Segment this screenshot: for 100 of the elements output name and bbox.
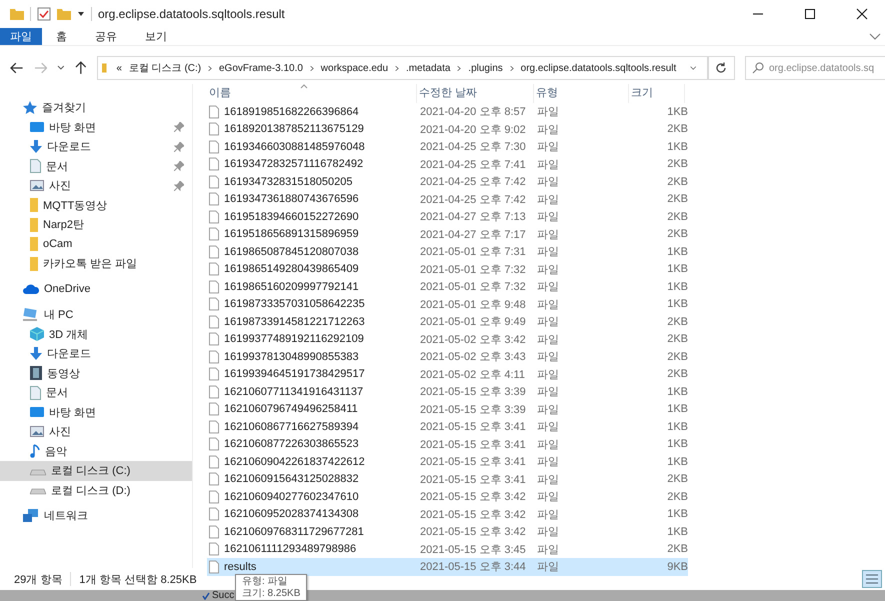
chevron-icon[interactable] <box>208 64 212 72</box>
pin-icon[interactable] <box>174 180 184 191</box>
close-icon[interactable] <box>856 8 868 20</box>
address-bar[interactable]: « 로컬 디스크 (C:) eGovFrame-3.10.0 workspace.edu .metadata .plugins org.eclipse.datatools.sqltools.result <box>96 56 708 80</box>
sidebar-item[interactable]: OneDrive <box>0 280 192 299</box>
file-row[interactable]: 1621060952028374134308 2021-05-15 오후 3:42 파일 1KB <box>207 506 688 523</box>
file-row[interactable]: 1621060915643125028832 2021-05-15 오후 3:41 파일 2KB <box>207 470 688 488</box>
file-row[interactable]: 16193466030881485976048 2021-04-25 오후 7:30 파일 1KB <box>207 138 688 156</box>
file-row[interactable]: 1619865160209997792141 2021-05-01 오후 7:32 파일 1KB <box>207 278 688 296</box>
sidebar-item[interactable]: 즐겨찾기 <box>0 98 192 118</box>
file-row[interactable]: 1619865149280439865409 2021-05-01 오후 7:32 파일 1KB <box>207 260 688 278</box>
file-row[interactable]: 16198733914581221712263 2021-05-01 오후 9:49 파일 2KB <box>207 313 688 330</box>
file-row[interactable]: 1621060867716627589394 2021-05-15 오후 3:41 파일 1KB <box>207 418 688 436</box>
file-row[interactable]: 16210609042261837422612 2021-05-15 오후 3:41 파일 1KB <box>207 453 688 470</box>
sidebar-item[interactable]: 다운로드 <box>0 344 192 364</box>
file-row[interactable]: 16198733357031058642235 2021-05-01 오후 9:48 파일 1KB <box>207 296 688 313</box>
chevron-icon[interactable] <box>395 64 399 72</box>
sidebar-item[interactable]: 네트워크 <box>0 506 192 526</box>
sidebar-item[interactable]: 사진 <box>0 422 192 442</box>
sidebar-item[interactable]: 바탕 화면 <box>0 118 192 137</box>
sidebar-item[interactable]: MQTT동영상 <box>0 196 192 215</box>
ribbon-tab[interactable]: 파일 <box>0 28 42 45</box>
file-row[interactable]: 16193472832571116782492 2021-04-25 오후 7:41 파일 2KB <box>207 156 688 173</box>
breadcrumb[interactable]: org.eclipse.datatools.sqltools.result <box>520 62 676 74</box>
sidebar-item[interactable]: 동영상 <box>0 364 192 383</box>
file-row[interactable]: 1621060796749496258411 2021-05-15 오후 3:39 파일 1KB <box>207 400 688 418</box>
breadcrumb[interactable]: .plugins <box>468 62 503 74</box>
picture-icon <box>30 180 44 192</box>
file-icon <box>209 244 219 259</box>
pin-icon[interactable] <box>174 122 184 132</box>
search-field[interactable]: org.eclipse.datatools.sq <box>745 56 885 80</box>
sidebar-item[interactable]: 내 PC <box>0 305 192 324</box>
ribbon-tab[interactable]: 홈 <box>42 28 81 45</box>
sidebar-item[interactable]: 바탕 화면 <box>0 402 192 422</box>
size-cell-text: 2KB <box>666 316 688 328</box>
sidebar-item[interactable]: 문서 <box>0 383 192 402</box>
file-row[interactable]: 1619518394660152272690 2021-04-27 오후 7:13 파일 2KB <box>207 208 688 226</box>
pin-icon[interactable] <box>174 142 184 152</box>
file-row[interactable]: 1618919851682266396864 2021-04-20 오후 8:57 파일 1KB <box>207 103 688 120</box>
file-row[interactable]: 16210607711341916431137 2021-05-15 오후 3:39 파일 1KB <box>207 383 688 400</box>
ribbon-tab[interactable]: 공유 <box>81 28 131 45</box>
folder-icon <box>102 61 110 75</box>
breadcrumb[interactable]: 로컬 디스크 (C:) <box>128 61 202 75</box>
column-header[interactable]: 크기 <box>629 84 685 103</box>
dropdown-caret-icon[interactable] <box>690 65 697 71</box>
file-row[interactable]: 16199377489192116292109 2021-05-02 오후 3:42 파일 2KB <box>207 330 688 348</box>
file-row[interactable]: 1621060940277602347610 2021-05-15 오후 3:42 파일 2KB <box>207 488 688 506</box>
overflow-chevron[interactable]: « <box>116 62 122 74</box>
recent-caret-icon[interactable] <box>57 65 65 71</box>
file-row[interactable]: 1619937813048990855383 2021-05-02 오후 3:43 파일 2KB <box>207 348 688 366</box>
chevron-icon[interactable] <box>510 64 514 72</box>
type-cell-text: 파일 <box>537 175 560 190</box>
back-arrow-icon[interactable] <box>10 62 24 74</box>
file-row[interactable]: 1619347361880743676596 2021-04-25 오후 7:42 파일 2KB <box>207 190 688 208</box>
sidebar-item[interactable]: 3D 개체 <box>0 324 192 344</box>
folder-icon <box>10 8 24 20</box>
file-row[interactable]: results 2021-05-15 오후 3:44 파일 9KB <box>207 558 688 576</box>
check-icon <box>202 592 210 600</box>
file-row[interactable]: 1621061111293489798986 2021-05-15 오후 3:45 파일 2KB <box>207 540 688 558</box>
date-cell-text: 2021-05-15 오후 3:45 <box>420 542 527 557</box>
type-cell-text: 파일 <box>537 525 560 540</box>
ribbon-tab[interactable]: 보기 <box>131 28 181 45</box>
column-header[interactable]: 유형 <box>534 84 629 103</box>
sidebar-item[interactable]: oCam <box>0 234 192 254</box>
file-row[interactable]: 1619865087845120807038 2021-05-01 오후 7:31 파일 1KB <box>207 243 688 260</box>
details-view-icon[interactable] <box>862 570 882 588</box>
breadcrumb[interactable]: eGovFrame-3.10.0 <box>218 62 303 74</box>
sidebar-item[interactable]: 음악 <box>0 442 192 461</box>
pin-icon[interactable] <box>174 161 184 172</box>
file-row[interactable]: 1619518656891315896959 2021-04-27 오후 7:17 파일 2KB <box>207 226 688 243</box>
sidebar-item[interactable]: 문서 <box>0 156 192 176</box>
expand-ribbon-icon[interactable] <box>869 32 881 40</box>
column-header[interactable]: 수정한 날짜 <box>417 84 534 103</box>
size-cell-text: 2KB <box>666 158 688 170</box>
sidebar-item[interactable]: 로컬 디스크 (C:) <box>0 461 192 480</box>
size-cell-text: 2KB <box>666 176 688 188</box>
column-header[interactable]: 이름 <box>207 84 417 103</box>
status-text: Succ <box>212 590 234 601</box>
file-row[interactable]: 1621060877226303865523 2021-05-15 오후 3:41 파일 1KB <box>207 436 688 453</box>
type-cell-text: 파일 <box>537 490 560 504</box>
properties-icon[interactable] <box>37 7 51 21</box>
sidebar-item[interactable]: 카카오톡 받은 파일 <box>0 254 192 274</box>
sidebar-item[interactable]: 다운로드 <box>0 137 192 156</box>
file-row[interactable]: 161934732831518050205 2021-04-25 오후 7:42 파일 2KB <box>207 173 688 190</box>
file-row[interactable]: 16199394645191738429517 2021-05-02 오후 4:11 파일 2KB <box>207 366 688 383</box>
maximize-icon[interactable] <box>804 8 816 20</box>
breadcrumb[interactable]: .metadata <box>406 62 450 74</box>
sidebar-item[interactable]: Narp2탄 <box>0 215 192 234</box>
file-icon <box>209 157 219 172</box>
chevron-icon[interactable] <box>310 64 314 72</box>
dropdown-caret-icon[interactable] <box>77 11 85 17</box>
refresh-button[interactable] <box>708 56 735 80</box>
file-icon <box>209 350 219 364</box>
breadcrumb[interactable]: workspace.edu <box>320 62 388 74</box>
sidebar-item[interactable]: 로컬 디스크 (D:) <box>0 480 192 500</box>
chevron-icon[interactable] <box>457 64 462 72</box>
file-row[interactable]: 16189201387852113675129 2021-04-20 오후 9:02 파일 2KB <box>207 120 688 138</box>
up-arrow-icon[interactable] <box>74 61 87 75</box>
sidebar-item[interactable]: 사진 <box>0 176 192 196</box>
file-row[interactable]: 16210609768311729677281 2021-05-15 오후 3:42 파일 1KB <box>207 523 688 540</box>
